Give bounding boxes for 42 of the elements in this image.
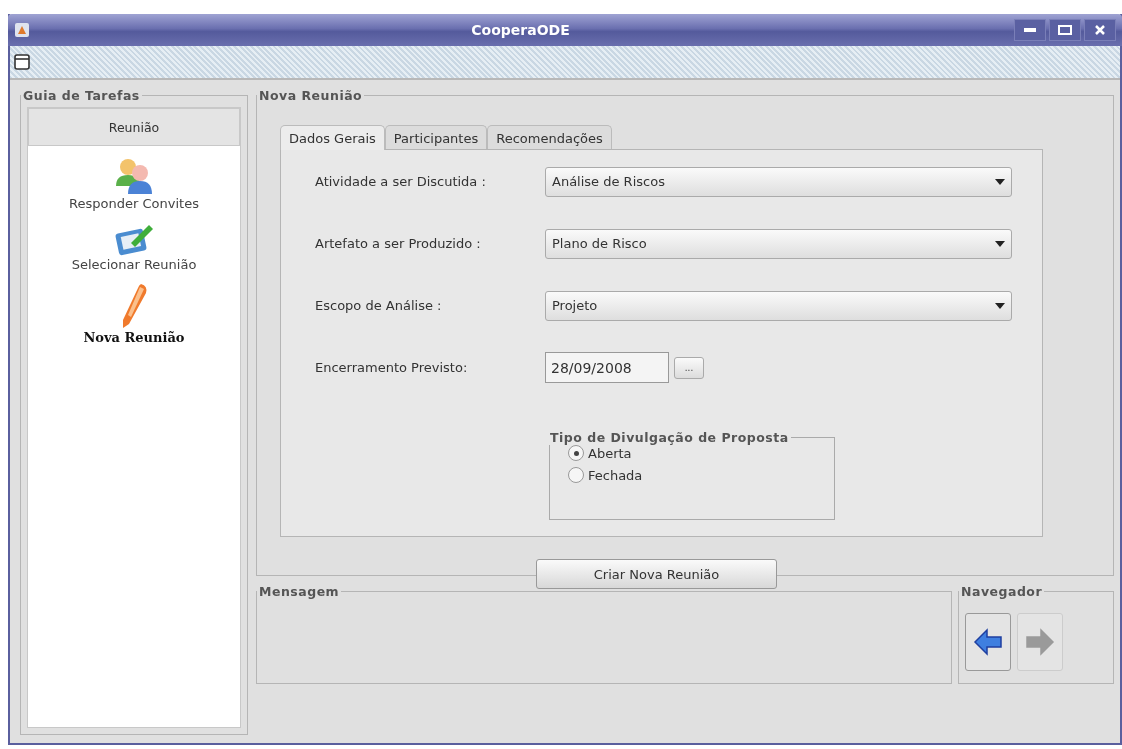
dropdown[interactable]: Projeto <box>545 290 1012 321</box>
field-label: Encerramento Previsto: <box>315 360 469 375</box>
maximize-icon <box>1058 25 1072 35</box>
panel-title: Nova Reunião <box>258 88 364 103</box>
dropdown[interactable]: Análise de Riscos <box>545 166 1012 197</box>
window-icon[interactable] <box>14 54 30 70</box>
app-icon <box>14 22 30 38</box>
field-label: Atividade a ser Discutida : <box>315 174 487 189</box>
window-title: CooperaODE <box>470 22 571 38</box>
panel-title: Navegador <box>960 584 1044 599</box>
minimize-button[interactable] <box>1014 19 1046 41</box>
date-field[interactable]: 28/09/2008 <box>545 352 669 383</box>
field-label: Artefato a ser Produzido : <box>315 236 482 251</box>
tab[interactable]: Recomendações <box>487 125 612 150</box>
task-item[interactable]: Nova Reunião <box>83 330 185 345</box>
task-item[interactable]: Selecionar Reunião <box>71 257 197 272</box>
group-title: Tipo de Divulgação de Proposta <box>549 430 790 445</box>
radio-label[interactable]: Fechada <box>588 467 643 483</box>
radio-button[interactable] <box>568 445 584 461</box>
dropdown[interactable]: Plano de Risco <box>545 228 1012 259</box>
create-meeting-button[interactable]: Criar Nova Reunião <box>536 559 777 589</box>
radio-label[interactable]: Aberta <box>588 445 632 461</box>
panel-title: Guia de Tarefas <box>22 88 141 103</box>
close-button[interactable] <box>1084 19 1116 41</box>
maximize-button[interactable] <box>1049 19 1081 41</box>
date-picker-button[interactable]: ... <box>674 356 704 379</box>
task-item[interactable]: Responder Convites <box>69 196 199 211</box>
caret-icon <box>995 302 1005 309</box>
section-header[interactable]: Reunião <box>28 108 240 146</box>
left-arrow-icon <box>972 627 1004 657</box>
right-arrow-icon <box>1024 627 1056 657</box>
back-button[interactable] <box>965 613 1011 671</box>
caret-icon <box>995 178 1005 185</box>
people-icon <box>114 156 154 196</box>
minimize-icon <box>1024 28 1036 32</box>
tab[interactable]: Dados Gerais <box>280 125 385 150</box>
field-label: Escopo de Análise : <box>315 298 443 313</box>
panel-title: Mensagem <box>258 584 341 599</box>
radio-button[interactable] <box>568 467 584 483</box>
caret-icon <box>995 240 1005 247</box>
close-icon <box>1095 25 1105 35</box>
tab[interactable]: Participantes <box>384 125 488 150</box>
